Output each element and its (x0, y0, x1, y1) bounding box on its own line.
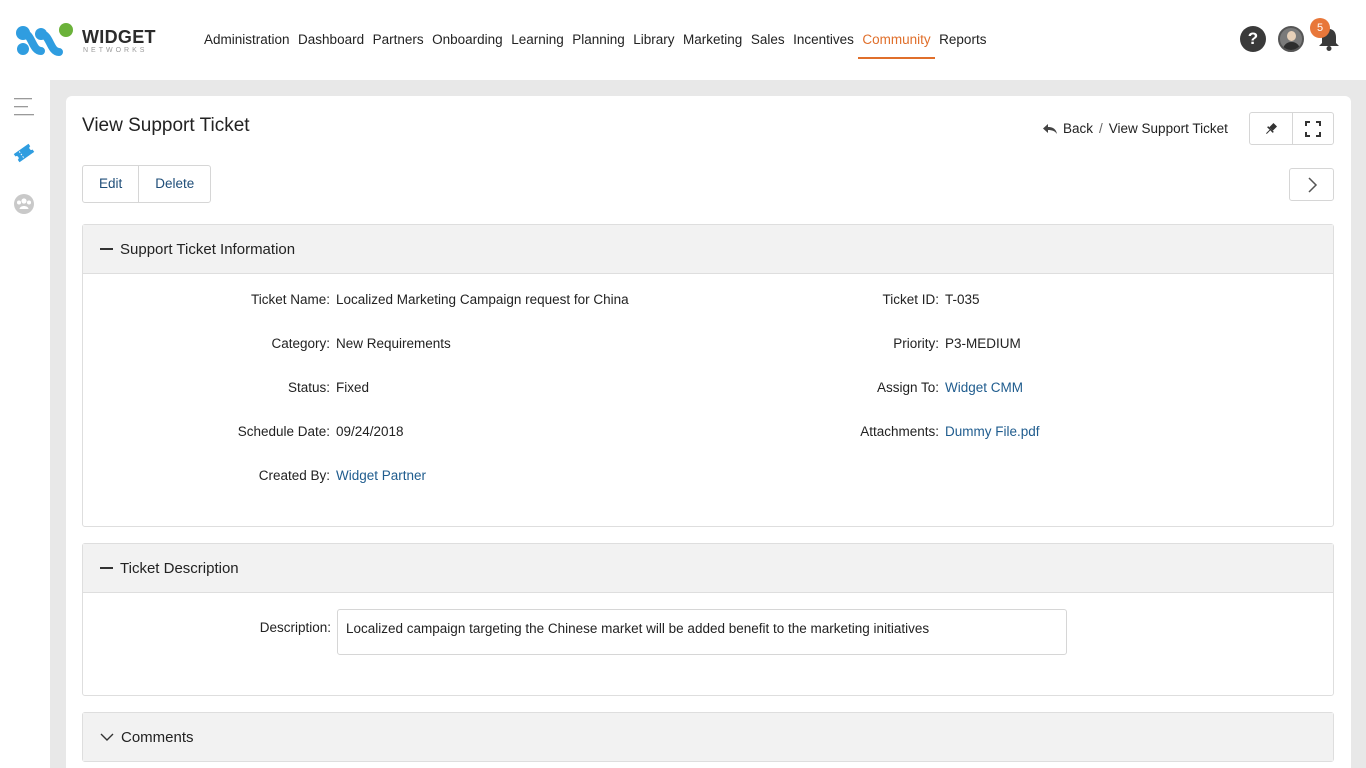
avatar[interactable] (1278, 26, 1304, 52)
ticket-name-value: Localized Marketing Campaign request for… (336, 292, 629, 307)
ticket-info-panel-title: Support Ticket Information (120, 240, 296, 258)
edit-button[interactable]: Edit (83, 166, 138, 202)
breadcrumb-current: View Support Ticket (1108, 121, 1228, 136)
nav-dashboard[interactable]: Dashboard (294, 30, 368, 59)
attachments-label: Attachments: (860, 424, 939, 439)
menu-icon[interactable] (12, 95, 36, 119)
pin-icon[interactable] (1250, 113, 1292, 144)
nav-onboarding[interactable]: Onboarding (428, 30, 507, 59)
comments-panel: Comments (82, 712, 1334, 762)
nav-library[interactable]: Library (629, 30, 678, 59)
comments-panel-header[interactable]: Comments (83, 713, 1333, 761)
description-label: Description: (259, 620, 331, 635)
back-label: Back (1063, 121, 1094, 136)
ticket-id-value: T-035 (945, 292, 980, 307)
fullscreen-icon[interactable] (1291, 113, 1334, 144)
status-value: Fixed (336, 380, 370, 395)
priority-label: Priority: (893, 336, 939, 351)
nav-incentives[interactable]: Incentives (789, 30, 858, 59)
community-icon[interactable] (12, 192, 36, 216)
chevron-down-icon (100, 733, 114, 741)
nav-reports[interactable]: Reports (935, 30, 990, 59)
created-by-label: Created By: (258, 468, 330, 483)
brand-logo[interactable]: WIDGET NETWORKS (14, 22, 164, 62)
brand-tagline: NETWORKS (83, 47, 148, 54)
next-button[interactable] (1289, 168, 1334, 201)
page-tools (1249, 112, 1334, 145)
assign-to-link[interactable]: Widget CMM (945, 380, 1023, 395)
collapse-icon (100, 248, 113, 250)
left-rail (0, 80, 50, 768)
logo-mark-icon (16, 23, 73, 56)
priority-value: P3-MEDIUM (945, 336, 1021, 351)
nav-partners[interactable]: Partners (369, 30, 428, 59)
ticket-info-panel-header[interactable]: Support Ticket Information (83, 225, 1333, 274)
main-nav: Administration Dashboard Partners Onboar… (200, 30, 991, 59)
nav-planning[interactable]: Planning (568, 30, 629, 59)
back-arrow-icon (1043, 123, 1057, 134)
description-panel-title: Ticket Description (120, 559, 239, 577)
category-label: Category: (271, 336, 330, 351)
ticket-name-label: Ticket Name: (250, 292, 330, 307)
nav-marketing[interactable]: Marketing (679, 30, 746, 59)
notification-count-badge: 5 (1310, 18, 1330, 38)
collapse-icon (100, 567, 113, 569)
nav-community[interactable]: Community (858, 30, 935, 59)
delete-button[interactable]: Delete (138, 166, 210, 202)
breadcrumb: Back / View Support Ticket (1042, 121, 1228, 136)
help-icon[interactable]: ? (1240, 26, 1266, 52)
category-value: New Requirements (336, 336, 451, 351)
ticket-id-label: Ticket ID: (882, 292, 939, 307)
schedule-date-label: Schedule Date: (237, 424, 330, 439)
description-panel-header[interactable]: Ticket Description (83, 544, 1333, 593)
top-bar: WIDGET NETWORKS Administration Dashboard… (0, 0, 1366, 80)
nav-learning[interactable]: Learning (507, 30, 568, 59)
page-title: View Support Ticket (82, 115, 250, 136)
ticket-icon[interactable] (12, 141, 36, 165)
status-label: Status: (287, 380, 330, 395)
attachment-link[interactable]: Dummy File.pdf (945, 424, 1040, 439)
ticket-actions: Edit Delete (82, 165, 212, 203)
nav-sales[interactable]: Sales (747, 30, 789, 59)
description-value: Localized campaign targeting the Chinese… (337, 609, 1067, 655)
nav-administration[interactable]: Administration (200, 30, 294, 59)
comments-panel-title: Comments (121, 728, 194, 746)
breadcrumb-separator: / (1099, 121, 1103, 136)
assign-to-label: Assign To: (876, 380, 939, 395)
back-link[interactable]: Back (1042, 121, 1093, 136)
chevron-right-icon (1307, 176, 1317, 193)
brand-name: WIDGET (82, 27, 156, 47)
schedule-date-value: 09/24/2018 (336, 424, 404, 439)
created-by-link[interactable]: Widget Partner (336, 468, 426, 483)
